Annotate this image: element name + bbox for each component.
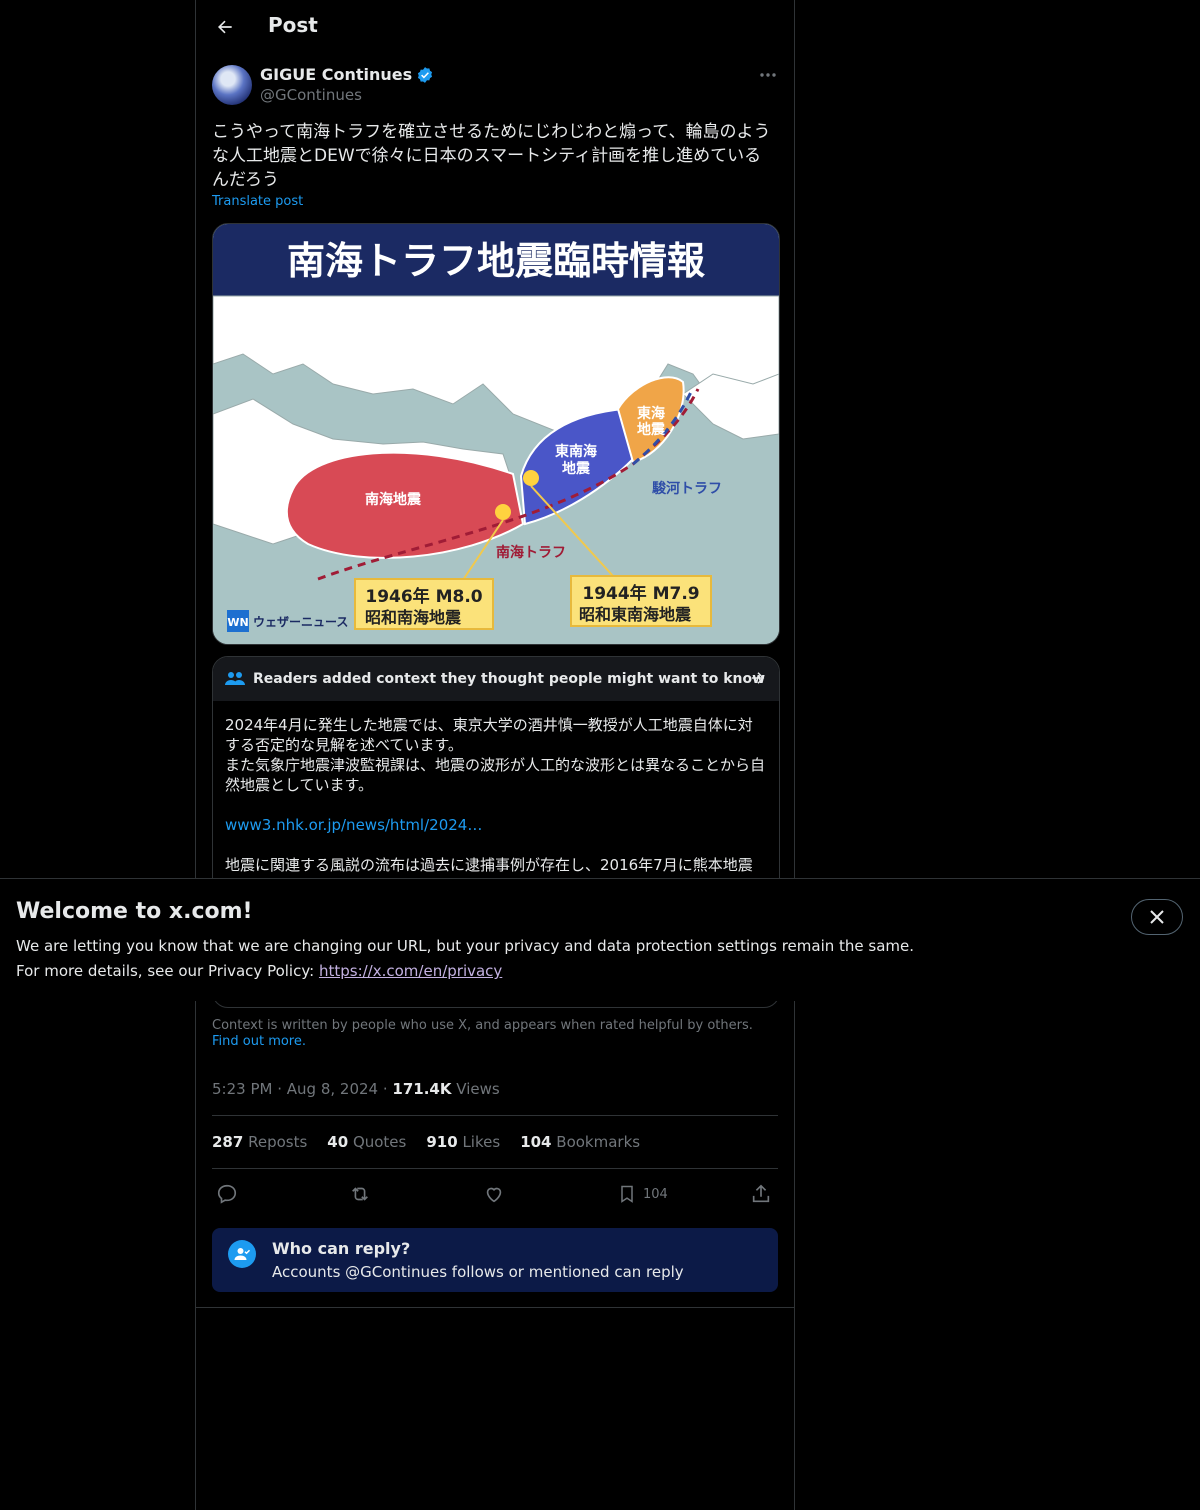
banner-line-2: For more details, see our Privacy Policy…	[16, 959, 916, 984]
post-date[interactable]: Aug 8, 2024	[287, 1080, 378, 1098]
who-can-reply-subtitle: Accounts @GContinues follows or mentione…	[272, 1263, 684, 1281]
main-column: Post GIGUE Continues @GContinues こうやって南海…	[195, 0, 795, 1510]
views-label: Views	[456, 1080, 500, 1098]
post-image[interactable]: 南海トラフ地震臨時情報 南海地震 東南海 地震 東海 地震 駿河トラフ 南海トラ…	[212, 223, 780, 645]
page-header: Post	[196, 0, 794, 53]
author-name: GIGUE Continues	[260, 65, 413, 84]
box2-line2: 昭和東南海地震	[579, 605, 692, 624]
author-handle[interactable]: @GContinues	[260, 86, 362, 104]
label-nankai-trough: 南海トラフ	[496, 544, 566, 561]
user-mention-icon	[228, 1240, 256, 1268]
note-footer-text: Context is written by people who use X, …	[212, 1018, 753, 1033]
label-tonankai-2: 地震	[562, 460, 591, 477]
reply-button[interactable]	[216, 1180, 238, 1208]
box2-line1: 1944年 M7.9	[582, 583, 699, 604]
banner-text: We are letting you know that we are chan…	[16, 934, 916, 984]
close-banner-button[interactable]	[1131, 899, 1183, 935]
community-note-header[interactable]: Readers added context they thought peopl…	[213, 657, 779, 701]
reposts-stat[interactable]: 287 Reposts	[212, 1133, 307, 1151]
reply-icon	[217, 1184, 237, 1204]
heart-icon	[486, 1187, 502, 1203]
post-meta: 5:23 PM · Aug 8, 2024 · 171.4K Views	[212, 1080, 500, 1098]
action-bar: 104	[212, 1180, 778, 1208]
divider	[212, 1115, 778, 1116]
box1-line2: 昭和南海地震	[365, 608, 462, 627]
label-tonankai-1: 東南海	[555, 443, 597, 460]
bookmark-button[interactable]: 104	[617, 1180, 668, 1208]
close-icon	[1150, 910, 1164, 924]
note-paragraph-1: 2024年4月に発生した地震では、東京大学の酒井慎一教授が人工地震自体に対する否…	[225, 716, 753, 754]
engagement-stats: 287 Reposts 40 Quotes 910 Likes 104 Book…	[212, 1133, 640, 1151]
arrow-right-icon	[752, 672, 765, 684]
label-tokai-2: 地震	[637, 421, 666, 438]
share-icon	[752, 1184, 770, 1203]
box1-line1: 1946年 M8.0	[365, 586, 482, 607]
more-options-button[interactable]	[756, 65, 780, 85]
label-tokai-1: 東海	[637, 405, 665, 422]
note-source-link[interactable]: www3.nhk.or.jp/news/html/2024…	[225, 815, 767, 835]
page-title: Post	[268, 13, 318, 37]
translate-post-link[interactable]: Translate post	[212, 194, 303, 209]
divider	[212, 1168, 778, 1169]
banner-line-1: We are letting you know that we are chan…	[16, 937, 915, 955]
weathernews-logo-mark: WN	[227, 616, 248, 629]
who-can-reply-title: Who can reply?	[272, 1239, 411, 1258]
post-text: こうやって南海トラフを確立させるためにじわじわと煽って、輪島のような人工地震とD…	[212, 122, 771, 190]
more-dots-icon	[760, 73, 776, 77]
back-button[interactable]	[210, 12, 240, 42]
label-nankai: 南海地震	[365, 491, 422, 508]
community-note-title: Readers added context they thought peopl…	[253, 671, 766, 687]
note-paragraph-2: また気象庁地震津波監視課は、地震の波形が人工的な波形とは異なることから自然地震と…	[225, 756, 766, 794]
welcome-banner: Welcome to x.com! We are letting you kno…	[0, 878, 1200, 1001]
bookmark-icon	[621, 1185, 633, 1203]
people-icon	[225, 672, 245, 685]
privacy-policy-link[interactable]: https://x.com/en/privacy	[319, 962, 502, 980]
back-arrow-icon	[218, 20, 232, 34]
bookmark-count: 104	[643, 1186, 668, 1202]
likes-stat[interactable]: 910 Likes	[426, 1133, 500, 1151]
views-count: 171.4K	[392, 1080, 452, 1098]
weathernews-logo-text: ウェザーニュース	[253, 615, 348, 629]
quotes-stat[interactable]: 40 Quotes	[327, 1133, 406, 1151]
repost-icon	[352, 1187, 368, 1201]
nankai-trough-map: 南海トラフ地震臨時情報 南海地震 東南海 地震 東海 地震 駿河トラフ 南海トラ…	[213, 224, 779, 644]
label-suruga-trough: 駿河トラフ	[652, 480, 722, 497]
verified-badge-icon	[418, 66, 433, 83]
like-button[interactable]	[483, 1180, 505, 1208]
divider	[196, 1307, 794, 1308]
banner-title: Welcome to x.com!	[16, 899, 253, 924]
banner-line-2-prefix: For more details, see our Privacy Policy…	[16, 962, 315, 980]
find-out-more-link[interactable]: Find out more.	[212, 1034, 306, 1049]
avatar[interactable]	[212, 65, 252, 105]
repost-button[interactable]	[349, 1180, 371, 1208]
share-button[interactable]	[750, 1180, 772, 1208]
bookmarks-stat[interactable]: 104 Bookmarks	[520, 1133, 640, 1151]
author-name-link[interactable]: GIGUE Continues	[260, 65, 434, 84]
image-title: 南海トラフ地震臨時情報	[287, 239, 705, 283]
note-footer: Context is written by people who use X, …	[212, 1018, 772, 1050]
post-time[interactable]: 5:23 PM	[212, 1080, 272, 1098]
who-can-reply-card: Who can reply? Accounts @GContinues foll…	[212, 1228, 778, 1292]
